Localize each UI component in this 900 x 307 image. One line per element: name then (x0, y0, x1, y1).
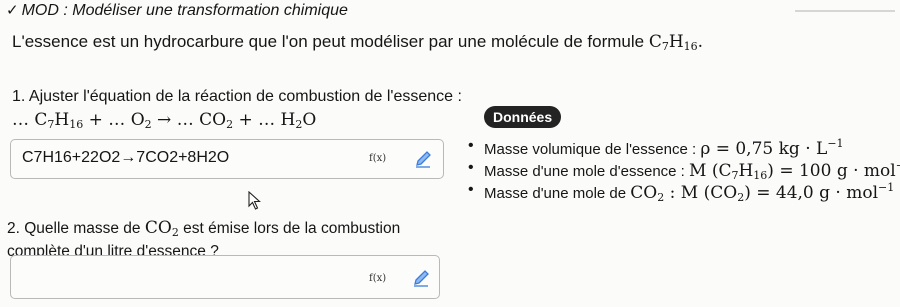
mouse-pointer-icon (248, 190, 262, 216)
top-edge-decoration (795, 0, 895, 12)
check-icon: ✓ (6, 2, 19, 19)
intro-paragraph: L'essence est un hydrocarbure que l'on p… (12, 32, 703, 53)
data-item: Masse volumique de l'essence : ρ = 0,75 … (466, 137, 900, 159)
answer-field-1[interactable]: C7H16+22O2→7CO2+8H2O f(x) (10, 139, 444, 179)
answer-field-1-value[interactable]: C7H16+22O2→7CO2+8H2O (22, 149, 229, 167)
question-1-equation: … C7H16 + … O2 → … CO2 + … H2O (12, 110, 317, 131)
pencil-icon[interactable] (411, 268, 431, 288)
formula-editor-button-2[interactable]: f(x) (369, 273, 386, 284)
answer-field-2[interactable]: f(x) (10, 255, 440, 299)
data-item: Masse d'une mole de CO2 : M (CO2) = 44,0… (466, 181, 900, 204)
data-list: Masse volumique de l'essence : ρ = 0,75 … (466, 137, 900, 204)
pencil-icon[interactable] (413, 149, 433, 169)
intro-text: L'essence est un hydrocarbure que l'on p… (12, 32, 645, 51)
question-1-label: 1. Ajuster l'équation de la réaction de … (12, 88, 462, 105)
formula-editor-button[interactable]: f(x) (369, 153, 386, 164)
exercise-title: ✓ MOD : Modéliser une transformation chim… (6, 1, 348, 20)
data-item: Masse d'une mole d'essence : M (C7H16) =… (466, 159, 900, 182)
intro-formula: C7H16. (648, 32, 704, 53)
title-text: MOD : Modéliser une transformation chimi… (21, 2, 348, 19)
data-badge: Données (484, 106, 562, 128)
